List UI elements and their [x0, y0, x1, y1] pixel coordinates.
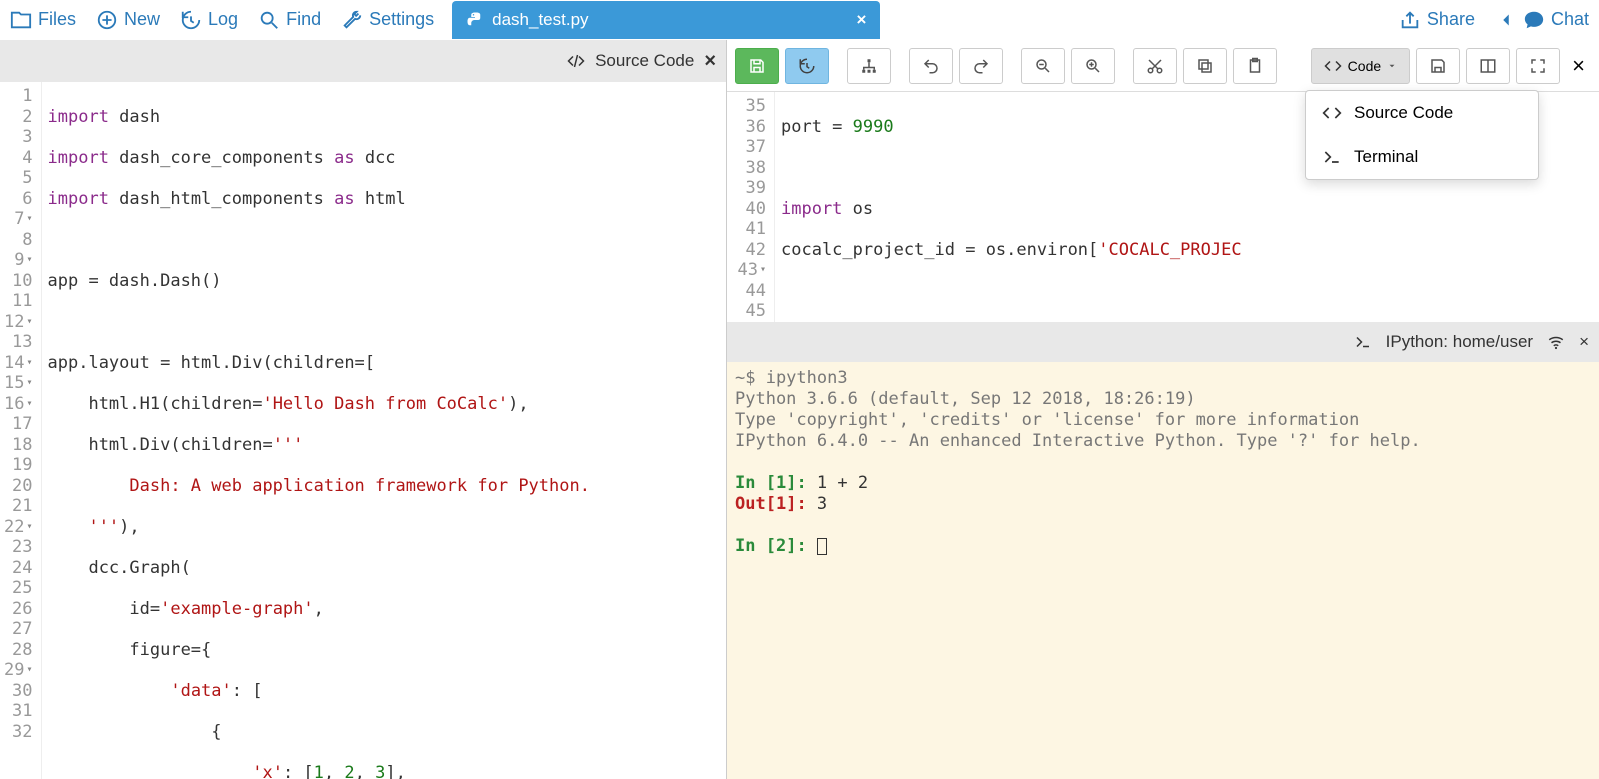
cut-icon — [1146, 57, 1164, 75]
close-terminal-icon[interactable]: × — [1579, 332, 1589, 352]
dd-source-label: Source Code — [1354, 103, 1453, 123]
terminal-title: IPython: home/user — [1386, 332, 1533, 352]
folder-icon — [10, 9, 32, 31]
settings-button[interactable]: Settings — [331, 3, 444, 37]
find-button[interactable]: Find — [248, 3, 331, 37]
zoom-in-button[interactable] — [1071, 48, 1115, 84]
code-icon — [1324, 57, 1342, 75]
caret-left-icon — [1495, 9, 1517, 31]
new-label: New — [124, 9, 160, 30]
file-tab-label: dash_test.py — [492, 10, 588, 30]
file-tab[interactable]: dash_test.py × — [452, 1, 880, 39]
paste-icon — [1246, 57, 1264, 75]
history-icon — [798, 57, 816, 75]
history-icon — [180, 9, 202, 31]
left-editor[interactable]: 1 2 3 4 5 6 7 8 9 10 11 12 13 14 15 16 1… — [0, 82, 726, 779]
paste-button[interactable] — [1233, 48, 1277, 84]
terminal-header: IPython: home/user × — [727, 322, 1599, 362]
term-line: In [1]: 1 + 2 — [735, 473, 1591, 494]
save-icon — [748, 57, 766, 75]
close-tab-icon[interactable]: × — [857, 10, 867, 30]
right-toolbar: Code × Source Code Terminal — [727, 40, 1599, 92]
caret-down-icon — [1387, 61, 1397, 71]
share-label: Share — [1427, 9, 1475, 30]
dropdown-terminal[interactable]: Terminal — [1306, 135, 1538, 179]
terminal-icon — [1354, 333, 1372, 351]
dd-terminal-label: Terminal — [1354, 147, 1418, 167]
redo-icon — [972, 57, 990, 75]
redo-button[interactable] — [959, 48, 1003, 84]
left-code-body[interactable]: import dash import dash_core_components … — [42, 82, 726, 779]
term-line: ~$ ipython3 — [735, 368, 1591, 389]
new-button[interactable]: New — [86, 3, 170, 37]
right-pane: Code × Source Code Terminal — [727, 40, 1599, 779]
chat-button[interactable]: Chat — [1485, 3, 1599, 37]
save-button[interactable] — [735, 48, 779, 84]
chat-label: Chat — [1551, 9, 1589, 30]
cut-button[interactable] — [1133, 48, 1177, 84]
chat-icon — [1523, 9, 1545, 31]
sitemap-button[interactable] — [847, 48, 891, 84]
zoom-in-icon — [1084, 57, 1102, 75]
code-dropdown-button[interactable]: Code — [1311, 48, 1410, 84]
share-icon — [1399, 9, 1421, 31]
sitemap-icon — [860, 57, 878, 75]
cursor-icon — [817, 538, 827, 555]
close-right-panel-icon[interactable]: × — [1566, 53, 1591, 79]
left-gutter: 1 2 3 4 5 6 7 8 9 10 11 12 13 14 15 16 1… — [0, 82, 42, 779]
code-icon — [567, 52, 585, 70]
term-line: In [2]: — [735, 536, 1591, 557]
undo-button[interactable] — [909, 48, 953, 84]
python-icon — [466, 11, 484, 29]
undo-icon — [922, 57, 940, 75]
copy-button[interactable] — [1183, 48, 1227, 84]
save-layout-button[interactable] — [1416, 48, 1460, 84]
save-icon — [1429, 57, 1447, 75]
left-panel-title: Source Code — [595, 51, 694, 71]
wrench-icon — [341, 9, 363, 31]
term-line: Type 'copyright', 'credits' or 'license'… — [735, 410, 1591, 431]
log-label: Log — [208, 9, 238, 30]
code-dd-label: Code — [1348, 58, 1381, 74]
plus-circle-icon — [96, 9, 118, 31]
search-icon — [258, 9, 280, 31]
zoom-out-icon — [1034, 57, 1052, 75]
term-line: IPython 6.4.0 -- An enhanced Interactive… — [735, 431, 1591, 452]
split-button[interactable] — [1466, 48, 1510, 84]
dropdown-source-code[interactable]: Source Code — [1306, 91, 1538, 135]
fullscreen-icon — [1529, 57, 1547, 75]
zoom-out-button[interactable] — [1021, 48, 1065, 84]
find-label: Find — [286, 9, 321, 30]
code-icon — [1322, 103, 1342, 123]
share-button[interactable]: Share — [1389, 3, 1485, 37]
settings-label: Settings — [369, 9, 434, 30]
term-line: Python 3.6.6 (default, Sep 12 2018, 18:2… — [735, 389, 1591, 410]
left-pane: Source Code × 1 2 3 4 5 6 7 8 9 10 11 12… — [0, 40, 727, 779]
history-button[interactable] — [785, 48, 829, 84]
wifi-icon — [1547, 333, 1565, 351]
terminal-icon — [1322, 147, 1342, 167]
term-line: Out[1]: 3 — [735, 494, 1591, 515]
left-panel-header: Source Code × — [0, 40, 726, 82]
log-button[interactable]: Log — [170, 3, 248, 37]
close-left-panel-icon[interactable]: × — [704, 50, 716, 73]
code-dropdown-menu: Source Code Terminal — [1305, 90, 1539, 180]
term-line — [735, 452, 1591, 473]
columns-icon — [1479, 57, 1497, 75]
files-button[interactable]: Files — [0, 3, 86, 37]
terminal-body[interactable]: ~$ ipython3 Python 3.6.6 (default, Sep 1… — [727, 362, 1599, 779]
top-toolbar: Files New Log Find Settings dash_test.py… — [0, 0, 1599, 40]
files-label: Files — [38, 9, 76, 30]
term-line — [735, 515, 1591, 536]
fullscreen-button[interactable] — [1516, 48, 1560, 84]
copy-icon — [1196, 57, 1214, 75]
